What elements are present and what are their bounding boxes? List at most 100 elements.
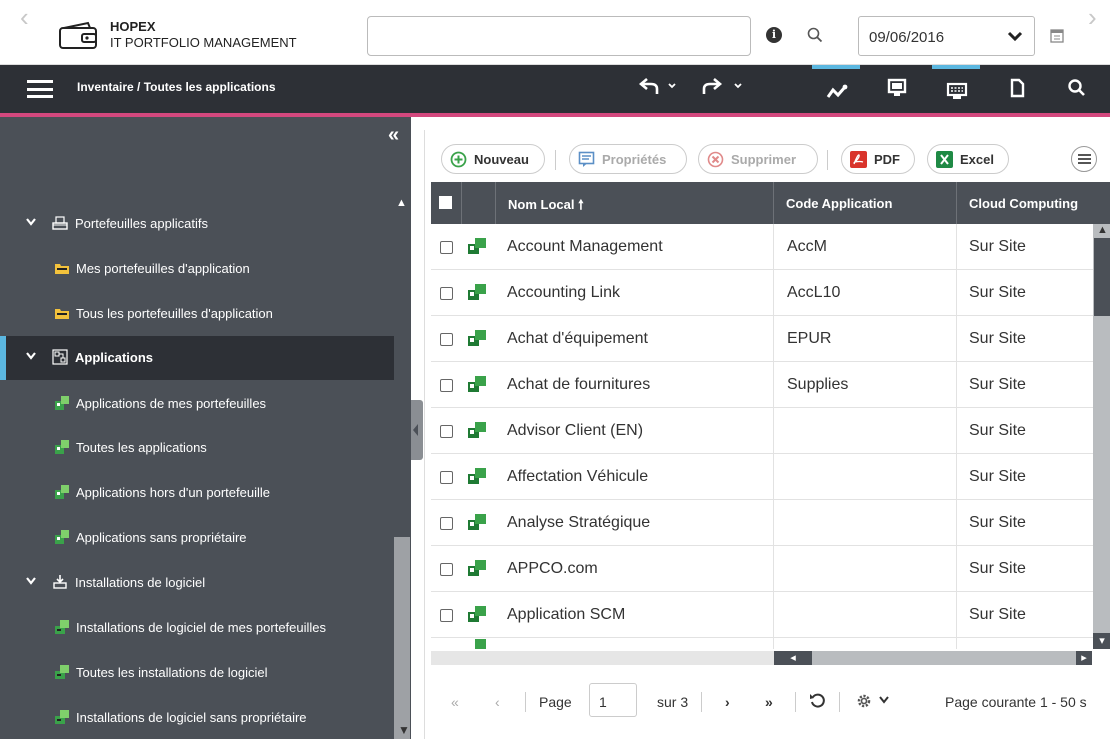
sidebar-item-installations-sans-proprietaire[interactable]: Installations de logiciel sans propriéta… [0,696,394,739]
pdf-button[interactable]: PDF [841,144,915,174]
row-checkbox[interactable] [440,287,453,300]
row-checkbox[interactable] [440,609,453,622]
application-icon [55,440,69,454]
grid-vertical-scrollbar[interactable]: ▲ ▾ [1093,224,1110,649]
delete-button[interactable]: Supprimer [698,144,818,174]
workspace-view-button[interactable] [932,65,980,113]
table-row[interactable]: Application SCM Sur Site [431,592,1093,638]
forward-chevron-icon[interactable]: › [1088,4,1097,30]
table-row[interactable]: Account Management AccM Sur Site [431,224,1093,270]
search-icon[interactable] [807,27,823,43]
sidebar-item-toutes-applications[interactable]: Toutes les applications [0,426,394,470]
table-row-partial[interactable] [431,638,1093,649]
scroll-down-icon[interactable]: ▾ [1093,633,1110,649]
calendar-icon[interactable] [1050,28,1064,43]
application-icon [468,560,486,576]
sidebar-resize-handle[interactable] [411,400,423,460]
brand-name: HOPEX [110,19,156,34]
chevron-down-icon[interactable] [879,696,889,704]
scroll-up-icon[interactable]: ▲ [1097,224,1108,236]
application-icon [468,422,486,438]
column-header-code-application[interactable]: Code Application [773,182,956,224]
page-number-input[interactable]: 1 [589,683,637,717]
table-row[interactable]: APPCO.com Sur Site [431,546,1093,592]
trend-view-button[interactable] [812,65,860,113]
application-icon [475,639,486,649]
applications-grid: Nom Local 🠕 Code Application Cloud Compu… [431,182,1110,672]
sidebar-item-applications-sans-proprietaire[interactable]: Applications sans propriétaire [0,516,394,560]
excel-button[interactable]: Excel [927,144,1009,174]
pagination-bar: « ‹ Page 1 sur 3 › » Page courante 1 - 5… [425,672,1110,732]
global-search-input[interactable] [367,16,751,56]
sort-ascending-icon: 🠕 [578,197,584,212]
scroll-right-icon[interactable]: ▸ [1076,651,1092,665]
sidebar-item-label: Applications hors d'un portefeuille [76,485,270,500]
sidebar-item-applications[interactable]: Applications [0,336,394,380]
new-button[interactable]: Nouveau [441,144,545,174]
row-checkbox[interactable] [440,425,453,438]
row-checkbox[interactable] [440,563,453,576]
table-row[interactable]: Analyse Stratégique Sur Site [431,500,1093,546]
first-page-icon[interactable]: « [451,694,459,710]
menu-icon[interactable] [27,80,53,98]
delete-icon [707,151,724,168]
table-row[interactable]: Achat de fournitures Supplies Sur Site [431,362,1093,408]
row-checkbox[interactable] [440,471,453,484]
sidebar-item-label: Installations de logiciel de mes portefe… [76,620,327,635]
sidebar-item-installations-mes-portefeuilles[interactable]: Installations de logiciel de mes portefe… [0,606,394,650]
sidebar-item-applications-mes-portefeuilles[interactable]: Applications de mes portefeuilles [0,382,394,426]
application-icon [468,238,486,254]
wallet-logo-icon [59,21,97,49]
collapse-sidebar-icon[interactable]: « [388,125,399,145]
next-page-icon[interactable]: › [725,694,730,710]
sidebar-scrollbar[interactable] [394,537,410,739]
sidebar-item-installations[interactable]: Installations de logiciel [0,561,394,605]
table-row[interactable]: Advisor Client (EN) Sur Site [431,408,1093,454]
table-row[interactable]: Affectation Véhicule Sur Site [431,454,1093,500]
horizontal-scroll-track[interactable] [774,651,1092,665]
sidebar-item-mes-portefeuilles[interactable]: Mes portefeuilles d'application [0,247,394,291]
row-checkbox[interactable] [440,379,453,392]
scrollbar-thumb[interactable] [1094,238,1110,316]
sidebar-item-applications-hors-portefeuille[interactable]: Applications hors d'un portefeuille [0,471,394,515]
table-row[interactable]: Accounting Link AccL10 Sur Site [431,270,1093,316]
redo-icon[interactable] [698,77,746,101]
folder-portfolio-icon [55,309,69,319]
row-checkbox[interactable] [440,241,453,254]
sidebar-item-label: Mes portefeuilles d'application [76,261,250,276]
sidebar-item-toutes-installations[interactable]: Toutes les installations de logiciel [0,651,394,695]
pdf-icon [850,151,867,168]
row-checkbox[interactable] [440,517,453,530]
excel-icon [936,151,953,168]
sidebar-item-portefeuilles[interactable]: Portefeuilles applicatifs [0,202,394,246]
sidebar-scroll-down-icon[interactable]: ▼ [398,723,410,737]
table-row[interactable]: Achat d'équipement EPUR Sur Site [431,316,1093,362]
scroll-left-icon[interactable]: ◂ [774,651,812,665]
grid-horizontal-scrollbar[interactable]: ◂ ▸ [431,649,1110,667]
info-icon[interactable]: i [766,27,782,43]
desktop-view-button[interactable] [872,65,920,113]
sidebar-scroll-up-icon[interactable]: ▲ [396,197,407,209]
software-install-icon [55,620,69,634]
refresh-icon[interactable] [809,692,827,710]
back-chevron-icon[interactable]: ‹ [20,4,29,30]
software-install-icon [55,710,69,724]
last-page-icon[interactable]: » [765,694,773,710]
software-install-icon [55,665,69,679]
previous-page-icon[interactable]: ‹ [495,694,500,710]
undo-icon[interactable] [637,77,681,101]
action-separator [555,150,556,170]
document-button[interactable] [992,65,1040,113]
row-checkbox[interactable] [440,333,453,346]
column-header-cloud-computing[interactable]: Cloud Computing [956,182,1110,224]
sidebar-item-label: Toutes les installations de logiciel [76,665,268,680]
gear-icon[interactable] [855,692,873,710]
sidebar-item-tous-portefeuilles[interactable]: Tous les portefeuilles d'application [0,292,394,336]
select-all-checkbox[interactable] [439,196,452,209]
date-select[interactable]: 09/06/2016 [858,16,1035,56]
grid-menu-button[interactable] [1071,146,1097,172]
toolbar-search-button[interactable] [1052,65,1100,113]
properties-button[interactable]: Propriétés [569,144,687,174]
column-header-nom-local[interactable]: Nom Local 🠕 [495,182,773,224]
page-count-label: sur 3 [657,694,689,710]
